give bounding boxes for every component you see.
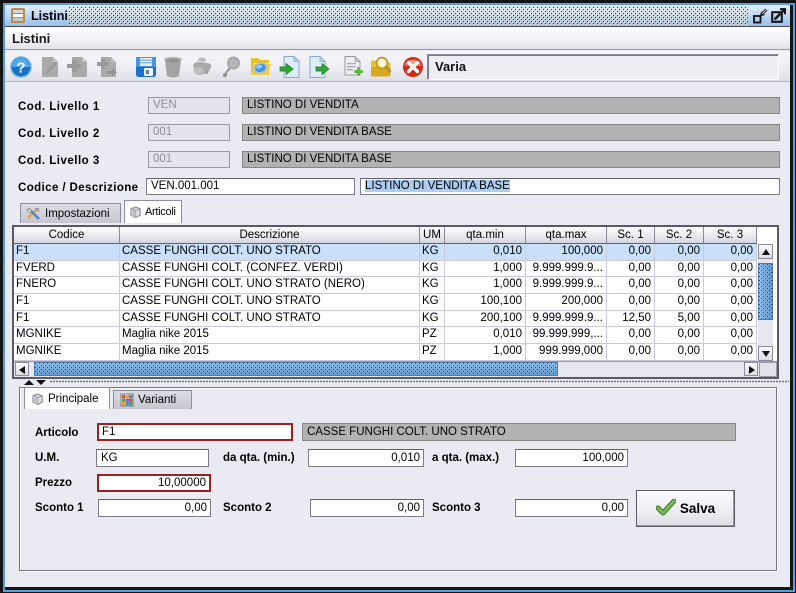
svg-text:?: ? bbox=[16, 60, 25, 77]
